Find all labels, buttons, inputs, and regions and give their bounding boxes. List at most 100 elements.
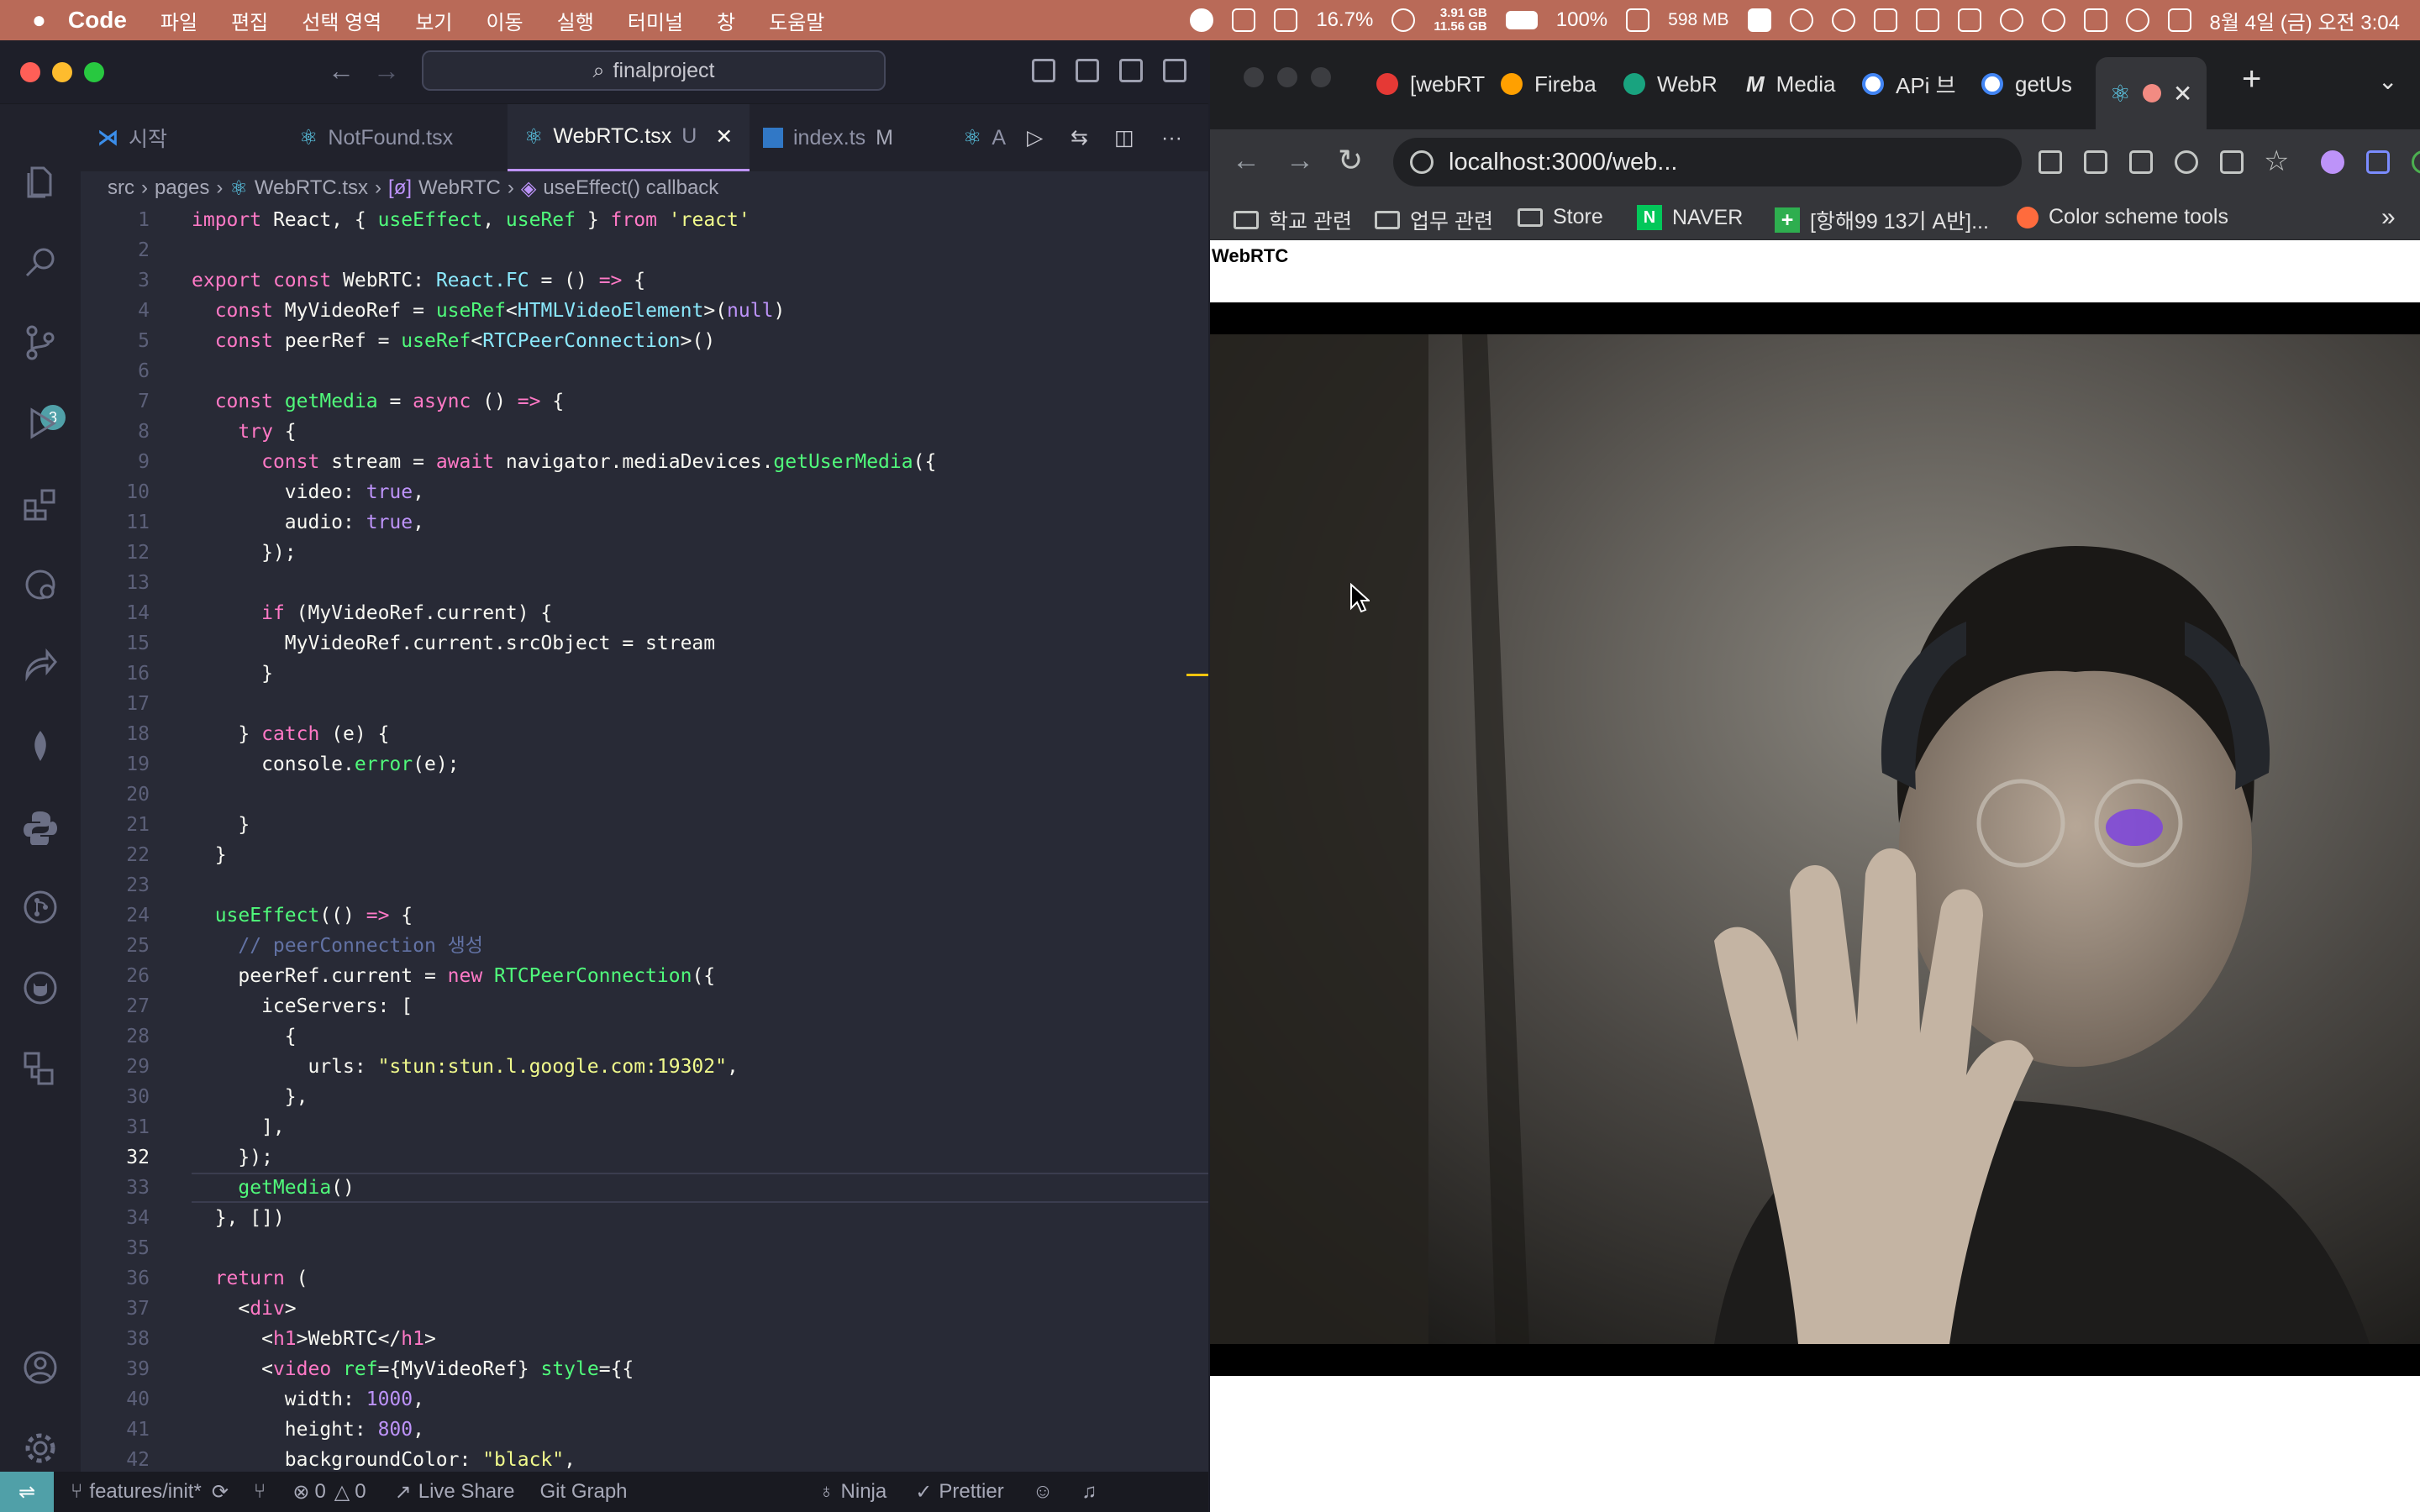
breadcrumb-symbol[interactable]: WebRTC [418, 176, 501, 200]
feedback-icon[interactable]: ☺ [1033, 1480, 1054, 1504]
video-element[interactable] [1210, 302, 2420, 1376]
ninja-button[interactable]: Ninja [841, 1480, 887, 1504]
reload-icon[interactable]: ↻ [1338, 143, 1363, 178]
code-line[interactable]: MyVideoRef.current.srcObject = stream [192, 628, 715, 659]
code-line[interactable]: } [192, 810, 250, 840]
breadcrumb-callback[interactable]: useEffect() callback [543, 176, 718, 200]
bluetooth-icon[interactable] [1999, 8, 2023, 32]
apple-icon[interactable]: ● [32, 7, 46, 34]
bookmark-work[interactable]: 업무 관련 [1375, 205, 1493, 235]
zoom-window-button[interactable] [1311, 67, 1331, 87]
share-icon[interactable] [2220, 150, 2244, 174]
code-line[interactable]: }, []) [192, 1203, 285, 1233]
browser-tab-active[interactable]: ⚛ ✕ [2096, 57, 2207, 129]
browser-tab-webr[interactable]: WebR [1623, 66, 1743, 102]
headphones-icon[interactable] [2125, 8, 2149, 32]
wifi-icon[interactable] [2041, 8, 2065, 32]
close-tab-icon[interactable]: ✕ [715, 124, 733, 150]
code-line[interactable]: if (MyVideoRef.current) { [192, 598, 552, 628]
code-line[interactable]: height: 800, [192, 1415, 424, 1445]
browser-tab-getusermedia[interactable]: getUs [1981, 66, 2101, 102]
code-line[interactable]: urls: "stun:stun.l.google.com:19302", [192, 1052, 738, 1082]
compare-icon[interactable]: ⇆ [1071, 104, 1088, 171]
python-icon[interactable] [22, 808, 59, 845]
live-share-button[interactable]: Live Share [418, 1480, 515, 1504]
figma-icon[interactable] [1232, 8, 1256, 32]
code-line[interactable]: { [192, 1021, 297, 1052]
breadcrumb-src[interactable]: src [108, 176, 134, 200]
install-icon[interactable] [2084, 150, 2107, 174]
link-icon[interactable] [1392, 8, 1416, 32]
code-editor[interactable]: 1 2 3 4 5 6 7 8 9 10 11 12 13 14 15 16 17 18 19 20 21 22 23 24 2… [81, 205, 1208, 1472]
code-line[interactable]: useEffect(() => { [192, 900, 413, 931]
extension-purple-icon[interactable] [2321, 150, 2344, 174]
car-icon[interactable] [2083, 8, 2107, 32]
bookmark-color-scheme[interactable]: Color scheme tools [2017, 205, 2228, 229]
clock[interactable]: 8월 4일 (금) 오전 3:04 [2210, 6, 2400, 35]
tab-notfound[interactable]: ⚛ NotFound.tsx [299, 104, 453, 171]
bookmark-hanghae[interactable]: + [항해99 13기 A반]... [1775, 205, 1989, 235]
input-method-icon[interactable] [1957, 8, 1981, 32]
code-line[interactable]: } [192, 840, 227, 870]
cast-icon[interactable] [1789, 8, 1813, 32]
code-line[interactable]: iceServers: [ [192, 991, 413, 1021]
play-icon[interactable] [1747, 8, 1771, 32]
browser-tab-firebase[interactable]: Fireba [1501, 66, 1620, 102]
breadcrumb-pages[interactable]: pages [155, 176, 209, 200]
git-branch[interactable]: features/init* [89, 1480, 201, 1504]
code-line[interactable]: import React, { useEffect, useRef } from… [192, 205, 750, 235]
react-preview[interactable]: ⚛ A [963, 104, 1006, 171]
address-bar[interactable]: localhost:3000/web... [1393, 138, 2022, 186]
code-line[interactable]: const stream = await navigator.mediaDevi… [192, 447, 936, 477]
memory-chip-icon[interactable] [1626, 8, 1650, 32]
code-line[interactable]: }); [192, 538, 297, 568]
menu-edit[interactable]: 편집 [231, 6, 268, 35]
browser-tab-api[interactable]: APi 브 [1862, 66, 1981, 102]
tab-welcome[interactable]: ⋊ 시작 [97, 104, 167, 171]
code-line[interactable]: // peerConnection 생성 [192, 931, 483, 961]
forward-arrow-icon[interactable]: → [1286, 144, 1314, 177]
bookmark-naver[interactable]: N NAVER [1637, 205, 1743, 230]
battery-icon[interactable] [1505, 11, 1538, 29]
layout-icon[interactable] [1915, 8, 1939, 32]
menu-go[interactable]: 이동 [486, 6, 523, 35]
remote-explorer-icon[interactable] [22, 566, 59, 603]
error-icon[interactable]: ⊗ [292, 1480, 309, 1504]
code-line[interactable]: width: 1000, [192, 1384, 424, 1415]
app-menu[interactable]: Code [68, 7, 127, 34]
tab-search-icon[interactable]: ⌄ [2378, 67, 2397, 95]
menu-run[interactable]: 실행 [557, 6, 594, 35]
github-icon[interactable] [22, 969, 59, 1006]
source-control-icon[interactable] [22, 324, 59, 361]
back-arrow-icon[interactable]: ← [1232, 144, 1260, 177]
close-window-button[interactable] [20, 62, 40, 82]
menu-selection[interactable]: 선택 영역 [302, 6, 381, 35]
code-line[interactable]: <video ref={MyVideoRef} style={{ [192, 1354, 634, 1384]
remote-indicator[interactable]: ⇌ [0, 1472, 54, 1512]
sync-changes-icon[interactable]: ⑂ [254, 1480, 266, 1504]
forward-arrow-icon[interactable]: → [373, 55, 400, 87]
code-line[interactable]: const MyVideoRef = useRef<HTMLVideoEleme… [192, 296, 786, 326]
toggle-secondary-sidebar-icon[interactable] [1119, 59, 1143, 82]
code-line[interactable]: console.error(e); [192, 749, 459, 780]
code-line[interactable]: getMedia() [192, 1173, 354, 1203]
bookmark-school[interactable]: 학교 관련 [1234, 205, 1352, 235]
menu-help[interactable]: 도움말 [769, 6, 824, 35]
control-center-icon[interactable] [2167, 8, 2191, 32]
containers-icon[interactable] [22, 1050, 59, 1087]
tab-index[interactable]: index.ts M [763, 104, 893, 171]
menu-terminal[interactable]: 터미널 [628, 6, 683, 35]
minimize-window-button[interactable] [52, 62, 72, 82]
toggle-sidebar-icon[interactable] [1032, 59, 1055, 82]
translate-icon[interactable] [2129, 150, 2153, 174]
breadcrumb-file[interactable]: WebRTC.tsx [255, 176, 368, 200]
code-line[interactable]: ], [192, 1112, 285, 1142]
customize-layout-icon[interactable] [1163, 59, 1186, 82]
prettier-button[interactable]: Prettier [939, 1480, 1003, 1504]
git-graph-icon[interactable] [22, 889, 59, 926]
code-line[interactable]: <h1>WebRTC</h1> [192, 1324, 436, 1354]
browser-tab-media[interactable]: M Media [1746, 66, 1865, 102]
more-actions-icon[interactable]: ··· [1161, 104, 1182, 171]
close-window-button[interactable] [1244, 67, 1264, 87]
code-line[interactable]: return ( [192, 1263, 308, 1294]
